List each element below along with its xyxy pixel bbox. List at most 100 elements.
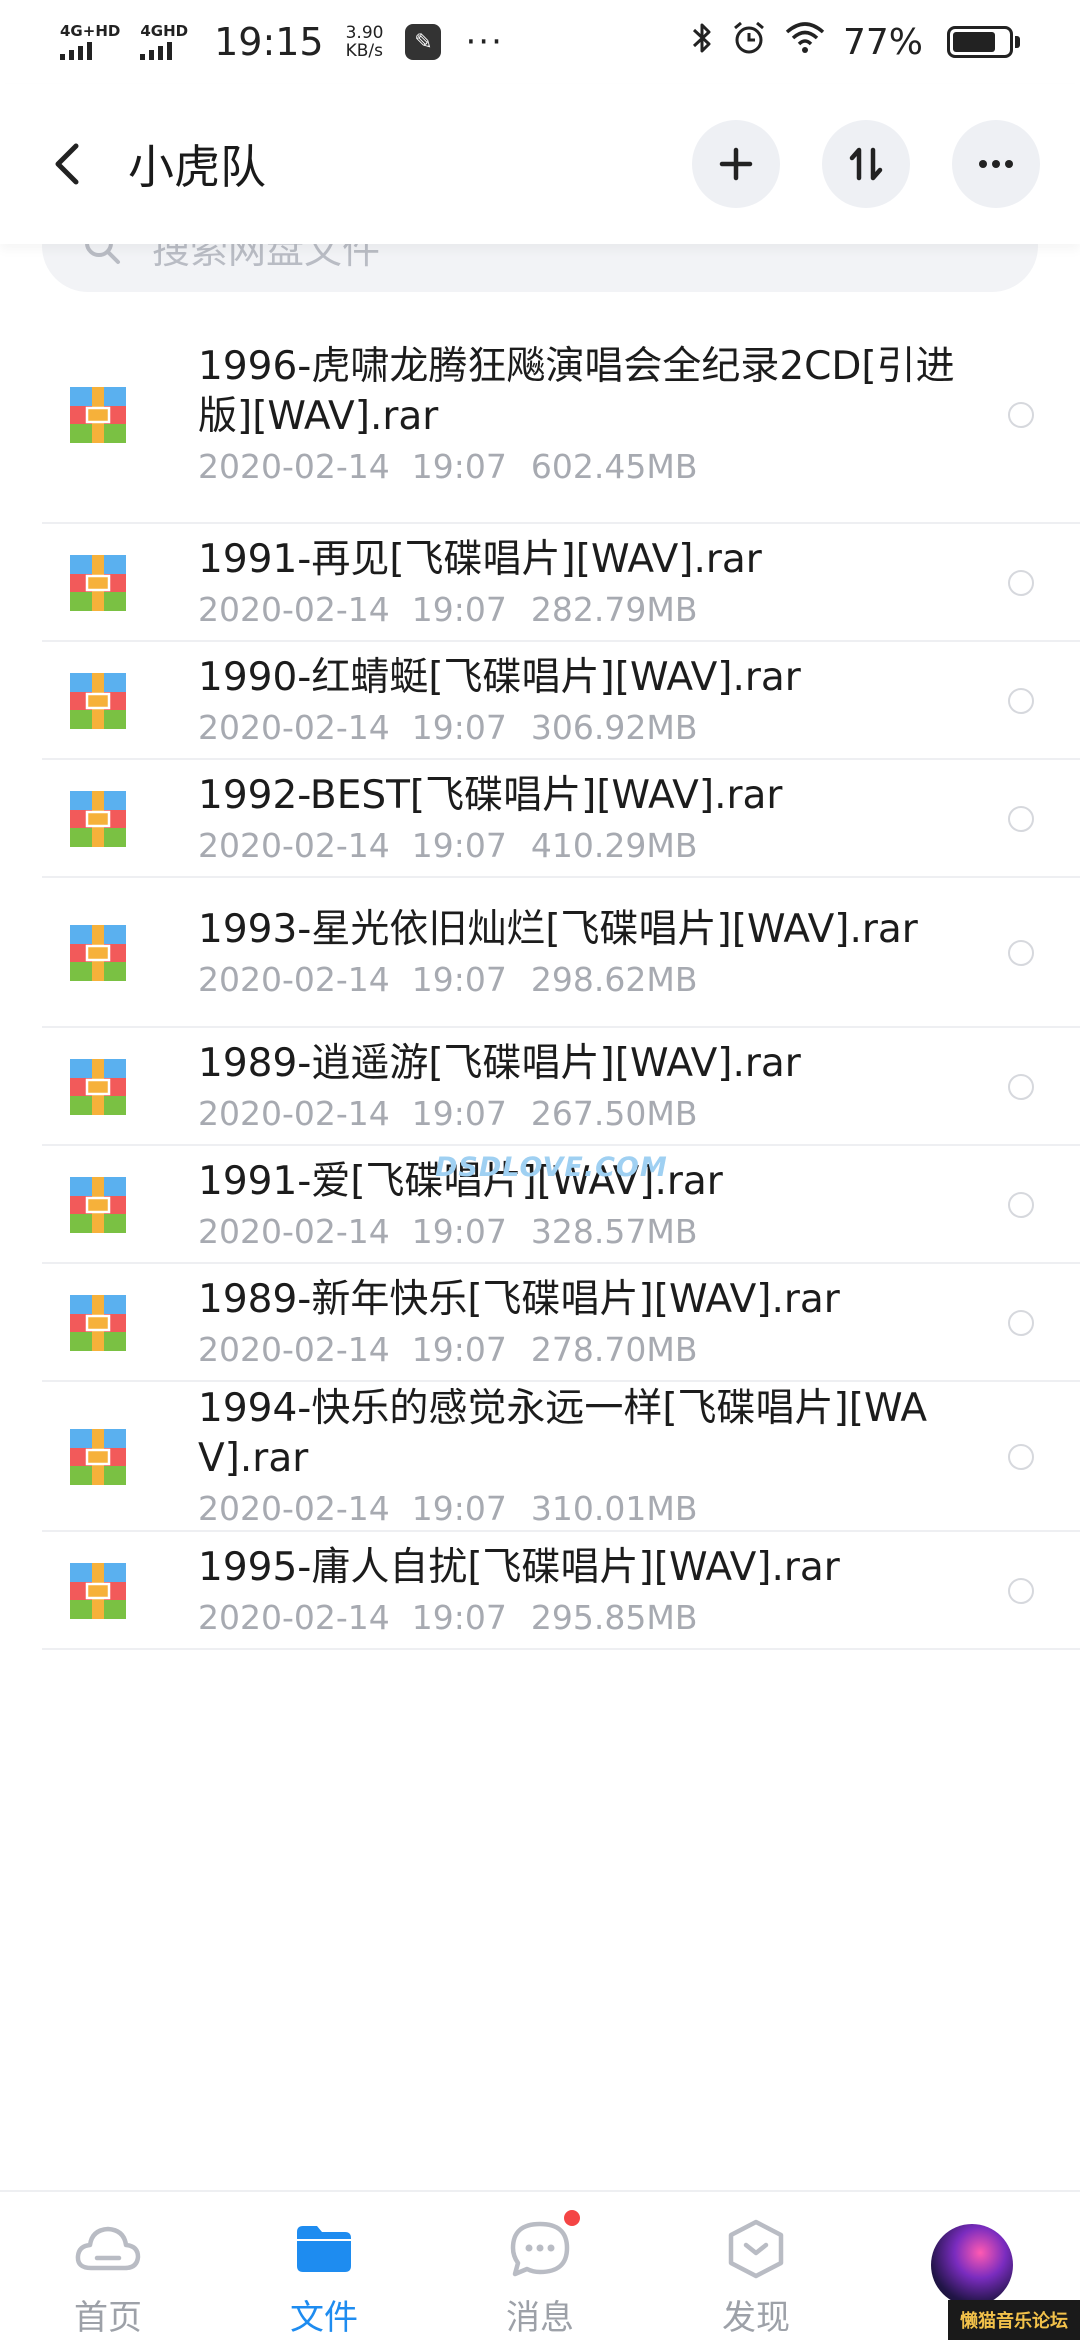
network-label-1: 4G+HD xyxy=(60,22,121,40)
pen-icon: ✎ xyxy=(405,24,442,60)
battery-percent: 77% xyxy=(842,21,923,63)
more-notifications: ··· xyxy=(465,22,504,62)
archive-file-icon xyxy=(70,387,126,443)
nav-home-label: 首页 xyxy=(74,2298,142,2338)
file-date: 2020-02-14 xyxy=(198,708,390,747)
select-checkbox[interactable] xyxy=(1008,1444,1034,1470)
file-meta: 2020-02-14 19:07 267.50MB xyxy=(198,1093,968,1135)
select-checkbox[interactable] xyxy=(1008,1074,1034,1100)
file-name: 1995-庸人自扰[飞碟唱片][WAV].rar xyxy=(198,1545,840,1590)
file-text: 1993-星光依旧灿烂[飞碟唱片][WAV].rar 2020-02-14 19:0… xyxy=(198,905,968,1001)
file-name: 1992-BEST[飞碟唱片][WAV].rar xyxy=(198,773,783,818)
select-checkbox[interactable] xyxy=(1008,806,1034,832)
file-name: 1996-虎啸龙腾狂飚演唱会全纪录2CD[引进版][WAV].rar xyxy=(198,344,955,439)
file-text: 1992-BEST[飞碟唱片][WAV].rar 2020-02-14 19:07 4… xyxy=(198,771,968,867)
file-text: 1994-快乐的感觉永远一样[飞碟唱片][WAV].rar 2020-02-14 1… xyxy=(198,1384,968,1530)
file-size: 602.45MB xyxy=(530,447,698,486)
file-date: 2020-02-14 xyxy=(198,590,390,629)
file-text: 1989-逍遥游[飞碟唱片][WAV].rar 2020-02-14 19:07 26… xyxy=(198,1039,968,1135)
file-size: 310.01MB xyxy=(530,1489,698,1528)
nav-discover[interactable]: 发现 xyxy=(648,2192,864,2340)
file-meta: 2020-02-14 19:07 295.85MB xyxy=(198,1597,968,1639)
file-text: 1991-再见[飞碟唱片][WAV].rar 2020-02-14 19:07 282… xyxy=(198,535,968,631)
file-text: 1995-庸人自扰[飞碟唱片][WAV].rar 2020-02-14 19:07 2… xyxy=(198,1543,968,1639)
archive-file-icon xyxy=(70,791,126,847)
more-button[interactable] xyxy=(952,120,1040,208)
file-row[interactable]: 1992-BEST[飞碟唱片][WAV].rar 2020-02-14 19:07 4… xyxy=(0,760,1080,878)
forum-watermark: 懒猫音乐论坛 xyxy=(948,2300,1080,2340)
file-date: 2020-02-14 xyxy=(198,447,390,486)
file-row[interactable]: 1995-庸人自扰[飞碟唱片][WAV].rar 2020-02-14 19:07 2… xyxy=(0,1532,1080,1650)
file-time: 19:07 xyxy=(411,1330,507,1369)
file-date: 2020-02-14 xyxy=(198,1598,390,1637)
archive-file-icon xyxy=(70,673,126,729)
clock: 19:15 xyxy=(214,20,324,64)
file-row[interactable]: 1990-红蜻蜓[飞碟唱片][WAV].rar 2020-02-14 19:07 30… xyxy=(0,642,1080,760)
file-meta: 2020-02-14 19:07 306.92MB xyxy=(198,707,968,749)
avatar xyxy=(931,2224,1013,2306)
file-row[interactable]: 1989-逍遥游[飞碟唱片][WAV].rar 2020-02-14 19:07 26… xyxy=(0,1028,1080,1146)
select-checkbox[interactable] xyxy=(1008,688,1034,714)
file-meta: 2020-02-14 19:07 278.70MB xyxy=(198,1329,968,1371)
file-size: 298.62MB xyxy=(530,960,698,999)
add-button[interactable] xyxy=(692,120,780,208)
status-bar: 4G+HD 4GHD 19:15 3.90 KB/s ✎ ··· 77% xyxy=(0,0,1080,84)
file-text: 1996-虎啸龙腾狂飚演唱会全纪录2CD[引进版][WAV].rar 2020-0… xyxy=(198,342,968,488)
file-time: 19:07 xyxy=(411,1598,507,1637)
cloud-icon xyxy=(75,2226,141,2271)
discover-icon xyxy=(728,2219,784,2279)
nav-discover-label: 发现 xyxy=(722,2298,790,2338)
sort-button[interactable] xyxy=(822,120,910,208)
watermark: DSDLOVE.COM xyxy=(435,1152,668,1183)
select-checkbox[interactable] xyxy=(1008,1578,1034,1604)
select-checkbox[interactable] xyxy=(1008,940,1034,966)
signal-2: 4GHD xyxy=(140,24,188,60)
bluetooth-icon xyxy=(691,21,713,63)
back-button[interactable] xyxy=(50,134,100,194)
archive-file-icon xyxy=(70,925,126,981)
file-meta: 2020-02-14 19:07 282.79MB xyxy=(198,589,968,631)
file-name: 1989-新年快乐[飞碟唱片][WAV].rar xyxy=(198,1277,840,1322)
file-time: 19:07 xyxy=(411,1489,507,1528)
file-size: 267.50MB xyxy=(530,1094,698,1133)
file-name: 1994-快乐的感觉永远一样[飞碟唱片][WAV].rar xyxy=(198,1386,928,1481)
file-time: 19:07 xyxy=(411,708,507,747)
file-time: 19:07 xyxy=(411,826,507,865)
file-row[interactable]: 1994-快乐的感觉永远一样[飞碟唱片][WAV].rar 2020-02-14 1… xyxy=(0,1382,1080,1532)
archive-file-icon xyxy=(70,1059,126,1115)
wifi-icon xyxy=(785,22,825,62)
folder-icon xyxy=(297,2226,351,2272)
archive-file-icon xyxy=(70,555,126,611)
select-checkbox[interactable] xyxy=(1008,570,1034,596)
page-title: 小虎队 xyxy=(128,140,266,194)
file-date: 2020-02-14 xyxy=(198,826,390,865)
file-text: 1989-新年快乐[飞碟唱片][WAV].rar 2020-02-14 19:07 2… xyxy=(198,1275,968,1371)
file-date: 2020-02-14 xyxy=(198,1489,390,1528)
select-checkbox[interactable] xyxy=(1008,1310,1034,1336)
file-row[interactable]: 1996-虎啸龙腾狂飚演唱会全纪录2CD[引进版][WAV].rar 2020-0… xyxy=(0,306,1080,524)
nav-files[interactable]: 文件 xyxy=(216,2192,432,2340)
sort-icon xyxy=(849,147,883,181)
archive-file-icon xyxy=(70,1177,126,1233)
file-list: 1996-虎啸龙腾狂飚演唱会全纪录2CD[引进版][WAV].rar 2020-0… xyxy=(0,306,1080,1650)
nav-home[interactable]: 首页 xyxy=(0,2192,216,2340)
file-time: 19:07 xyxy=(411,1094,507,1133)
file-name: 1993-星光依旧灿烂[飞碟唱片][WAV].rar xyxy=(198,907,918,952)
file-name: 1989-逍遥游[飞碟唱片][WAV].rar xyxy=(198,1041,801,1086)
select-checkbox[interactable] xyxy=(1008,402,1034,428)
file-row[interactable]: 1991-再见[飞碟唱片][WAV].rar 2020-02-14 19:07 282… xyxy=(0,524,1080,642)
file-row[interactable]: 1989-新年快乐[飞碟唱片][WAV].rar 2020-02-14 19:07 2… xyxy=(0,1264,1080,1382)
top-app-bar: 小虎队 xyxy=(0,84,1080,244)
nav-messages[interactable]: 消息 xyxy=(432,2192,648,2340)
archive-file-icon xyxy=(70,1429,126,1485)
select-checkbox[interactable] xyxy=(1008,1192,1034,1218)
file-row[interactable]: 1993-星光依旧灿烂[飞碟唱片][WAV].rar 2020-02-14 19:0… xyxy=(0,878,1080,1028)
file-meta: 2020-02-14 19:07 310.01MB xyxy=(198,1488,968,1530)
status-right: 77% xyxy=(691,20,1020,64)
nav-files-label: 文件 xyxy=(290,2298,358,2338)
net-speed-unit: KB/s xyxy=(345,41,384,61)
notification-dot xyxy=(564,2210,580,2226)
file-time: 19:07 xyxy=(411,960,507,999)
app-screen: 4G+HD 4GHD 19:15 3.90 KB/s ✎ ··· 77% 搜索网… xyxy=(0,0,1080,2340)
more-icon xyxy=(979,160,1013,168)
